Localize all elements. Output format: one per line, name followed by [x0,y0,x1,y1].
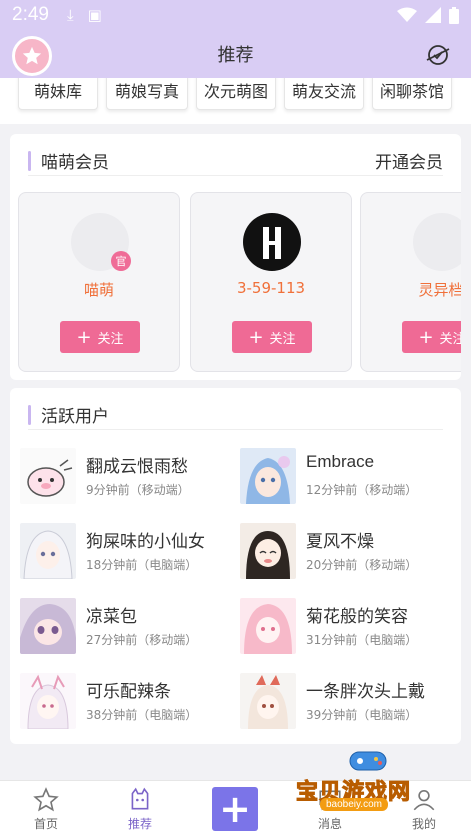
vip-section-title: 喵萌会员 [41,153,109,173]
tag-2[interactable]: 次元萌图 [196,78,276,110]
user-thumbnail [240,598,296,654]
site-watermark: 宝贝游戏网 baobeiy.com [295,746,446,816]
user-name: 凉菜包 [86,607,137,627]
active-user-item[interactable]: Embrace 12分钟前（移动端） [240,448,455,508]
watermark-url: baobeiy.com [320,798,388,811]
active-user-item[interactable]: 一条胖次头上戴 39分钟前（电脑端） [240,673,455,733]
user-name: 夏风不燥 [306,532,374,552]
user-last-active: 31分钟前（电脑端） [306,633,418,647]
active-section-title: 活跃用户 [41,407,109,427]
member-card[interactable]: 灵异档 + 关注 [360,192,461,372]
nav-messages-label: 消息 [317,817,342,831]
member-avatar [243,213,301,271]
user-name: 一条胖次头上戴 [306,682,425,702]
nav-recommend[interactable]: 推荐 [100,787,180,832]
status-time: 2:49 [12,4,49,25]
user-name: 狗屎味的小仙女 [86,532,205,552]
user-thumbnail [20,448,76,504]
vip-section-header: 喵萌会员 开通会员 [28,146,443,176]
active-user-item[interactable]: 夏风不燥 20分钟前（移动端） [240,523,455,583]
user-name: 菊花般的笑容 [306,607,408,627]
nav-mine-label: 我的 [411,817,436,831]
star-outline-icon [33,787,59,812]
member-avatar [413,213,461,271]
category-tags: 萌妹库 萌娘写真 次元萌图 萌友交流 闲聊茶馆 [0,78,471,124]
section-accent-bar [28,404,31,425]
plus-icon: + [76,326,92,348]
page-title: 推荐 [217,45,254,66]
open-vip-link[interactable]: 开通会员 [375,148,443,173]
active-user-item[interactable]: 凉菜包 27分钟前（移动端） [20,598,235,658]
app-notification-icon: ▣ [87,6,102,24]
user-thumbnail [240,448,296,504]
user-last-active: 27分钟前（移动端） [86,633,198,647]
user-last-active: 20分钟前（移动端） [306,558,418,572]
user-last-active: 38分钟前（电脑端） [86,708,198,722]
user-thumbnail [20,598,76,654]
follow-button[interactable]: + 关注 [232,321,312,353]
active-user-item[interactable]: 狗屎味的小仙女 18分钟前（电脑端） [20,523,235,583]
user-last-active: 18分钟前（电脑端） [86,558,198,572]
member-name[interactable]: 3-59-113 [191,279,351,297]
user-name: Embrace [306,452,375,471]
plus-icon: + [219,787,251,831]
user-last-active: 9分钟前（移动端） [86,483,190,497]
status-bar: 2:49 ⤓ ▣ [0,0,471,30]
active-user-item[interactable]: 菊花般的笑容 31分钟前（电脑端） [240,598,455,658]
vip-section: 喵萌会员 开通会员 官 喵萌 + 关注 3-59-113 + 关注 灵异档 + 关注 [10,134,461,380]
active-section-header: 活跃用户 [28,400,443,430]
battery-icon [449,6,459,24]
user-avatar[interactable] [12,36,52,76]
member-card[interactable]: 官 喵萌 + 关注 [18,192,180,372]
user-name: 翻成云恨雨愁 [86,457,188,477]
plus-icon: + [418,326,434,348]
active-user-item[interactable]: 翻成云恨雨愁 9分钟前（移动端） [20,448,235,508]
follow-button[interactable]: + 关注 [402,321,461,353]
section-accent-bar [28,150,31,171]
user-last-active: 12分钟前（移动端） [306,483,418,497]
signal-icon [425,7,441,23]
user-thumbnail [240,523,296,579]
user-thumbnail [20,523,76,579]
nav-home-label: 首页 [33,817,58,831]
tag-3[interactable]: 萌友交流 [284,78,364,110]
app-header: 推荐 [0,30,471,78]
sign-in-icon[interactable] [423,40,453,70]
tag-1[interactable]: 萌娘写真 [106,78,188,110]
plus-icon: + [248,326,264,348]
member-name[interactable]: 喵萌 [19,279,179,300]
member-card[interactable]: 3-59-113 + 关注 [190,192,352,372]
gamepad-icon [349,751,387,771]
add-post-button[interactable]: + [212,787,258,831]
download-icon: ⤓ [66,6,74,24]
star-icon [22,46,42,65]
official-badge: 官 [111,251,131,271]
active-user-item[interactable]: 可乐配辣条 38分钟前（电脑端） [20,673,235,733]
user-name: 可乐配辣条 [86,682,171,702]
nav-recommend-label: 推荐 [127,817,152,831]
follow-button[interactable]: + 关注 [60,321,140,353]
tag-0[interactable]: 萌妹库 [18,78,98,110]
nav-home[interactable]: 首页 [6,787,86,832]
wifi-icon [397,7,417,22]
user-thumbnail [240,673,296,729]
member-name[interactable]: 灵异档 [361,279,461,300]
user-last-active: 39分钟前（电脑端） [306,708,418,722]
tag-4[interactable]: 闲聊茶馆 [372,78,452,110]
active-users-section: 活跃用户 翻成云恨雨愁 9分钟前（移动端） Embrace 12分钟前（移动端）… [10,388,461,744]
user-thumbnail [20,673,76,729]
cat-icon [131,787,149,810]
